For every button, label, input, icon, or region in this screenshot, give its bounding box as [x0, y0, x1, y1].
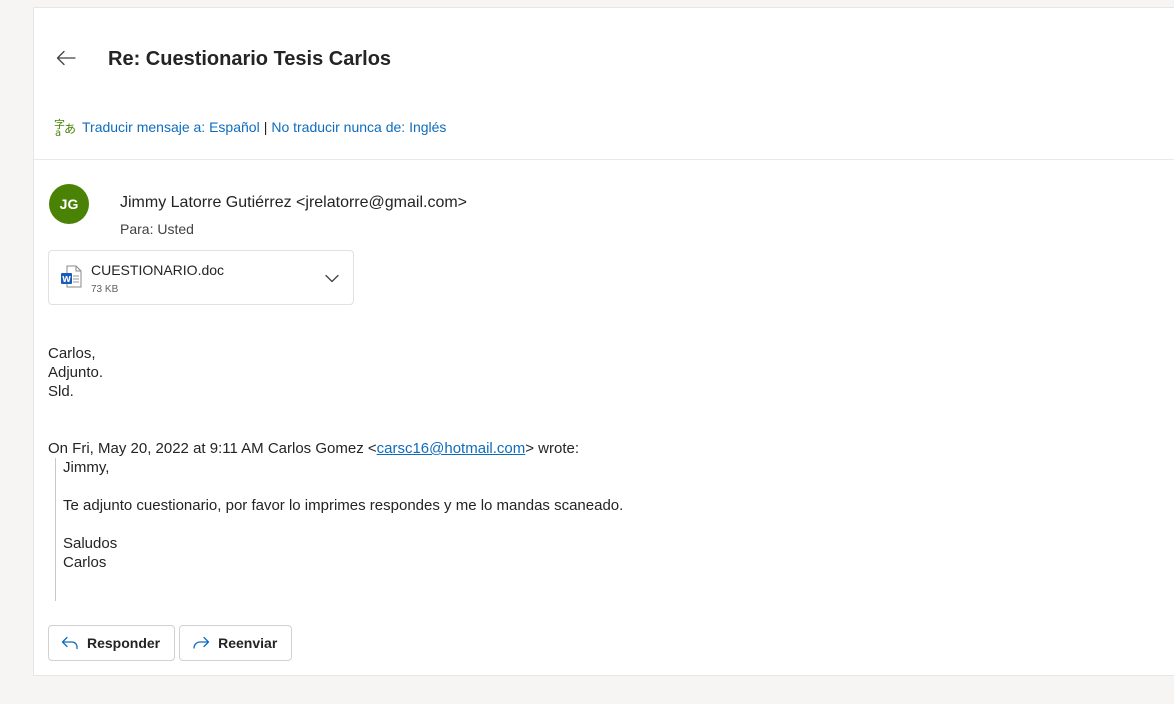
reply-icon — [61, 636, 78, 650]
quoted-line: Te adjunto cuestionario, por favor lo im… — [63, 497, 624, 514]
translate-bar: 字 a あ Traducir mensaje a: Español | No t… — [54, 116, 446, 138]
attachment-menu-button[interactable] — [317, 263, 347, 293]
quote-sender-email-link[interactable]: carsc16@hotmail.com — [377, 440, 526, 457]
translate-icon: 字 a あ — [54, 117, 76, 137]
svg-text:あ: あ — [64, 122, 76, 136]
translate-separator: | — [263, 119, 268, 135]
reply-label: Responder — [87, 635, 161, 651]
header-divider — [34, 159, 1174, 160]
quote-header-prefix: On Fri, May 20, 2022 at 9:11 AM Carlos G… — [48, 440, 377, 457]
word-doc-icon: W — [60, 265, 82, 289]
body-line: Adjunto. — [48, 364, 104, 381]
quoted-line — [63, 515, 623, 534]
reading-pane: Re: Cuestionario Tesis Carlos 字 a あ Trad… — [33, 7, 1174, 676]
body-line: Carlos, — [48, 345, 96, 362]
sender-name[interactable]: Jimmy Latorre Gutiérrez <jrelatorre@gmai… — [120, 194, 467, 212]
quote-header: On Fri, May 20, 2022 at 9:11 AM Carlos G… — [48, 439, 579, 458]
message-body: Carlos, Adjunto. Sld. — [48, 344, 103, 401]
svg-text:W: W — [62, 275, 71, 284]
avatar[interactable]: JG — [49, 184, 89, 224]
attachment-size: 73 KB — [91, 284, 119, 295]
reply-button[interactable]: Responder — [48, 625, 176, 661]
translate-message-link[interactable]: Traducir mensaje a: Español — [82, 119, 260, 135]
chevron-down-icon — [325, 274, 339, 282]
forward-icon — [193, 636, 210, 649]
quoted-line: Saludos — [63, 535, 118, 552]
quoted-message: Jimmy, Te adjunto cuestionario, por favo… — [55, 458, 623, 601]
message-actions: Responder Reenviar — [48, 625, 293, 661]
forward-label: Reenviar — [218, 635, 278, 651]
subject-bar: Re: Cuestionario Tesis Carlos — [34, 8, 1174, 108]
svg-text:a: a — [55, 128, 61, 137]
never-translate-link[interactable]: No traducir nunca de: Inglés — [271, 119, 446, 135]
quote-header-suffix: > wrote: — [525, 440, 580, 457]
quoted-line: Jimmy, — [63, 459, 110, 476]
quoted-line: Carlos — [63, 554, 107, 571]
message-subject: Re: Cuestionario Tesis Carlos — [108, 48, 392, 70]
attachment-name: CUESTIONARIO.doc — [91, 262, 225, 278]
back-button[interactable] — [52, 44, 80, 72]
quoted-line — [63, 477, 623, 496]
forward-button[interactable]: Reenviar — [179, 625, 293, 661]
arrow-left-icon — [56, 50, 76, 66]
recipient-line: Para: Usted — [120, 221, 194, 237]
body-line: Sld. — [48, 383, 74, 400]
attachment-card[interactable]: W CUESTIONARIO.doc 73 KB — [48, 250, 354, 305]
